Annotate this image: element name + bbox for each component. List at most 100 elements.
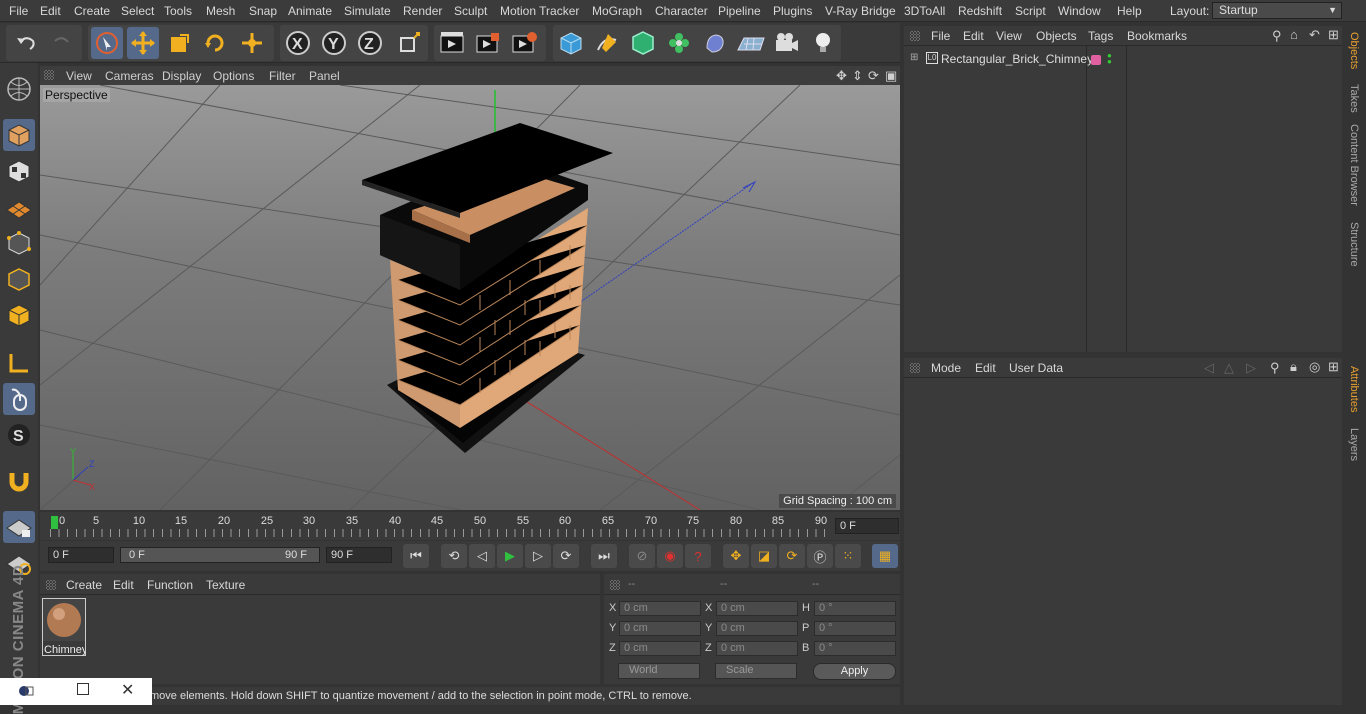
- menu-script[interactable]: Script: [1015, 4, 1046, 18]
- tab-takes[interactable]: Takes: [1348, 84, 1360, 113]
- obj-menu-file[interactable]: File: [931, 29, 950, 43]
- menu-render[interactable]: Render: [403, 4, 442, 18]
- menu-pipeline[interactable]: Pipeline: [718, 4, 761, 18]
- lock-icon[interactable]: 🔒︎: [1290, 359, 1297, 375]
- menu-tools[interactable]: Tools: [164, 4, 192, 18]
- key-rotation-icon[interactable]: ⟳: [779, 544, 805, 568]
- points-mode-icon[interactable]: [3, 227, 35, 259]
- close-icon[interactable]: ✕: [121, 680, 134, 700]
- menu-redshift[interactable]: Redshift: [958, 4, 1002, 18]
- size-z-field[interactable]: 0 cm: [716, 641, 798, 656]
- menu-plugins[interactable]: Plugins: [773, 4, 812, 18]
- tab-attributes[interactable]: Attributes: [1348, 366, 1360, 412]
- end-frame-field[interactable]: 90 F: [326, 547, 392, 563]
- menu-simulate[interactable]: Simulate: [344, 4, 391, 18]
- redo-icon[interactable]: [46, 27, 78, 59]
- pen-spline-icon[interactable]: [591, 27, 623, 59]
- target-icon[interactable]: ◎: [1309, 359, 1320, 375]
- up-arrow-icon[interactable]: △: [1224, 360, 1234, 376]
- viewport-menu-display[interactable]: Display: [162, 69, 201, 83]
- motion-record-icon[interactable]: ⊘: [629, 544, 655, 568]
- render-view-icon[interactable]: [436, 27, 468, 59]
- expand-icon[interactable]: ⊞: [910, 52, 918, 63]
- key-position-icon[interactable]: ✥: [723, 544, 749, 568]
- key-point-level-icon[interactable]: ⁙: [835, 544, 861, 568]
- viewport-maximize-icon[interactable]: ▣: [885, 68, 897, 84]
- subdivision-icon[interactable]: [627, 27, 659, 59]
- attr-menu-user-data[interactable]: User Data: [1009, 361, 1063, 375]
- current-frame-field[interactable]: 0 F: [835, 518, 899, 534]
- menu-mesh[interactable]: Mesh: [206, 4, 235, 18]
- tab-structure[interactable]: Structure: [1348, 222, 1360, 267]
- previous-frame-icon[interactable]: ◁: [469, 544, 495, 568]
- cube-icon[interactable]: [555, 27, 587, 59]
- pos-z-field[interactable]: 0 cm: [619, 641, 701, 656]
- object-name[interactable]: Rectangular_Brick_Chimney: [941, 52, 1093, 66]
- home-icon[interactable]: ⌂: [1290, 27, 1298, 42]
- coordinate-system-icon[interactable]: [393, 27, 425, 59]
- render-picture-viewer-icon[interactable]: [472, 27, 504, 59]
- tab-objects[interactable]: Objects: [1348, 32, 1360, 69]
- viewport-menu-options[interactable]: Options: [213, 69, 254, 83]
- workplane-icon[interactable]: [3, 191, 35, 223]
- back-icon[interactable]: ↶: [1309, 27, 1320, 43]
- rotate-tool-icon[interactable]: [199, 27, 231, 59]
- snap-magnet-icon[interactable]: [3, 465, 35, 497]
- obj-menu-tags[interactable]: Tags: [1088, 29, 1113, 43]
- layout-select[interactable]: Startup ▼: [1212, 2, 1342, 19]
- perspective-viewport[interactable]: Y Z X Perspective Grid Spacing : 100 cm: [40, 85, 900, 510]
- obj-menu-bookmarks[interactable]: Bookmarks: [1127, 29, 1187, 43]
- timeline-ruler[interactable]: 0 5 10 15 20 25 30 35 40 45 50 55 60 65 …: [40, 512, 900, 540]
- rot-h-field[interactable]: 0 °: [814, 601, 896, 616]
- viewport-menu-panel[interactable]: Panel: [309, 69, 340, 83]
- search-icon[interactable]: ⚲: [1270, 360, 1280, 376]
- solo-icon[interactable]: S: [3, 419, 35, 451]
- playhead[interactable]: [51, 516, 58, 529]
- light-icon[interactable]: [807, 27, 839, 59]
- material-menu-create[interactable]: Create: [66, 578, 102, 592]
- search-icon[interactable]: ⚲: [1272, 28, 1282, 44]
- new-window-icon[interactable]: ⊞: [1328, 359, 1339, 375]
- camera-icon[interactable]: [771, 27, 803, 59]
- mograph-cloner-icon[interactable]: [663, 27, 695, 59]
- apply-button[interactable]: Apply: [813, 663, 896, 680]
- key-parameter-icon[interactable]: Ⓟ: [807, 544, 833, 568]
- z-axis-lock-icon[interactable]: Z: [354, 27, 386, 59]
- coordinate-type-select[interactable]: Scale: [715, 663, 797, 679]
- menu-motion-tracker[interactable]: Motion Tracker: [500, 4, 579, 18]
- start-frame-field[interactable]: 0 F: [48, 547, 114, 563]
- viewport-rotate-icon[interactable]: ⟳: [868, 68, 879, 84]
- texture-mode-icon[interactable]: [3, 155, 35, 187]
- obj-menu-objects[interactable]: Objects: [1036, 29, 1077, 43]
- next-keyframe-icon[interactable]: ⟳: [553, 544, 579, 568]
- menu-help[interactable]: Help: [1117, 4, 1142, 18]
- select-tool-icon[interactable]: [91, 27, 123, 59]
- pos-x-field[interactable]: 0 cm: [619, 601, 701, 616]
- deformer-icon[interactable]: [699, 27, 731, 59]
- new-window-icon[interactable]: ⊞: [1328, 27, 1339, 43]
- menu-file[interactable]: File: [9, 4, 28, 18]
- model-mode-icon[interactable]: [3, 119, 35, 151]
- forward-arrow-icon[interactable]: ▷: [1246, 360, 1256, 376]
- preview-range-slider[interactable]: 0 F 90 F: [120, 547, 320, 563]
- polygons-mode-icon[interactable]: [3, 299, 35, 331]
- rot-p-field[interactable]: 0 °: [814, 621, 896, 636]
- tab-layers[interactable]: Layers: [1348, 428, 1360, 461]
- scale-tool-icon[interactable]: [163, 27, 195, 59]
- edges-mode-icon[interactable]: [3, 263, 35, 295]
- timeline-window-icon[interactable]: ▦: [872, 544, 898, 568]
- layer-color-tag[interactable]: [1091, 55, 1101, 65]
- floor-icon[interactable]: [735, 27, 767, 59]
- tweak-mode-icon[interactable]: [3, 383, 35, 415]
- previous-keyframe-icon[interactable]: ⟲: [441, 544, 467, 568]
- go-to-end-icon[interactable]: ⏭: [591, 544, 617, 568]
- menu-snap[interactable]: Snap: [249, 4, 277, 18]
- y-axis-lock-icon[interactable]: Y: [318, 27, 350, 59]
- viewport-menu-filter[interactable]: Filter: [269, 69, 296, 83]
- menu-3dtoall[interactable]: 3DToAll: [904, 4, 945, 18]
- locked-workplane-icon[interactable]: [3, 511, 35, 543]
- rot-b-field[interactable]: 0 °: [814, 641, 896, 656]
- material-menu-function[interactable]: Function: [147, 578, 193, 592]
- menu-animate[interactable]: Animate: [288, 4, 332, 18]
- obj-menu-edit[interactable]: Edit: [963, 29, 984, 43]
